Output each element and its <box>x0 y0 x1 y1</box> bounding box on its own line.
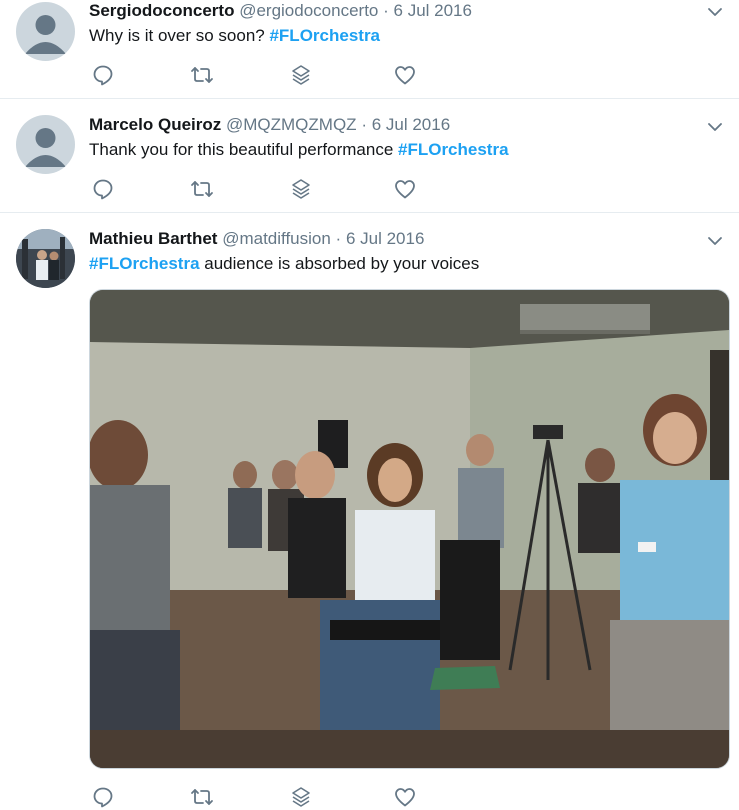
audience-photo-illustration <box>90 290 729 768</box>
retweet-icon[interactable] <box>190 63 214 87</box>
author-handle[interactable]: @MQZMQZMQZ <box>226 115 357 134</box>
stack-icon[interactable] <box>289 785 313 809</box>
author-name[interactable]: Sergiodoconcerto <box>89 1 234 20</box>
author-handle[interactable]: @ergiodoconcerto <box>239 1 378 20</box>
default-avatar[interactable] <box>16 2 75 61</box>
separator: · <box>383 1 389 20</box>
tweet-header: Marcelo Queiroz @MQZMQZMQZ · 6 Jul 2016 <box>89 114 717 136</box>
user-avatar[interactable] <box>16 229 75 288</box>
tweet-text-end: audience is absorbed by your voices <box>199 254 480 273</box>
tweet-text-start: Thank you for this beautiful performance <box>89 140 398 159</box>
tweet-photo[interactable] <box>89 289 730 769</box>
like-icon[interactable] <box>393 785 417 809</box>
reply-icon[interactable] <box>91 785 115 809</box>
like-icon[interactable] <box>393 63 417 87</box>
stack-icon[interactable] <box>289 177 313 201</box>
tweet-date[interactable]: 6 Jul 2016 <box>372 115 450 134</box>
tweet-text-start: Why is it over so soon? <box>89 26 270 45</box>
hashtag-link[interactable]: #FLOrchestra <box>398 140 509 159</box>
separator: · <box>335 229 342 248</box>
tweet-text: #FLOrchestra audience is absorbed by you… <box>89 253 717 275</box>
separator: · <box>361 115 367 134</box>
hashtag-link[interactable]: #FLOrchestra <box>269 26 380 45</box>
retweet-icon[interactable] <box>190 177 214 201</box>
tweet-2: Marcelo Queiroz @MQZMQZMQZ · 6 Jul 2016 … <box>0 99 739 213</box>
author-handle[interactable]: @matdiffusion <box>222 229 331 248</box>
reply-icon[interactable] <box>91 63 115 87</box>
like-icon[interactable] <box>393 177 417 201</box>
tweet-date[interactable]: 6 Jul 2016 <box>346 229 424 248</box>
tweet-text: Why is it over so soon? #FLOrchestra <box>89 25 717 47</box>
tweet-header: Sergiodoconcerto @ergiodoconcerto · 6 Ju… <box>89 0 717 22</box>
retweet-icon[interactable] <box>190 785 214 809</box>
chevron-down-icon[interactable] <box>707 121 723 133</box>
tweet-date[interactable]: 6 Jul 2016 <box>394 1 472 20</box>
author-name[interactable]: Mathieu Barthet <box>89 229 217 248</box>
tweet-1: Sergiodoconcerto @ergiodoconcerto · 6 Ju… <box>0 0 739 99</box>
reply-icon[interactable] <box>91 177 115 201</box>
hashtag-link[interactable]: #FLOrchestra <box>89 254 200 273</box>
default-avatar[interactable] <box>16 115 75 174</box>
tweet-text: Thank you for this beautiful performance… <box>89 139 717 161</box>
tweet-3: Mathieu Barthet @matdiffusion · 6 Jul 20… <box>0 213 739 810</box>
chevron-down-icon[interactable] <box>707 6 723 18</box>
tweet-header: Mathieu Barthet @matdiffusion · 6 Jul 20… <box>89 228 717 250</box>
chevron-down-icon[interactable] <box>707 235 723 247</box>
author-name[interactable]: Marcelo Queiroz <box>89 115 221 134</box>
stack-icon[interactable] <box>289 63 313 87</box>
